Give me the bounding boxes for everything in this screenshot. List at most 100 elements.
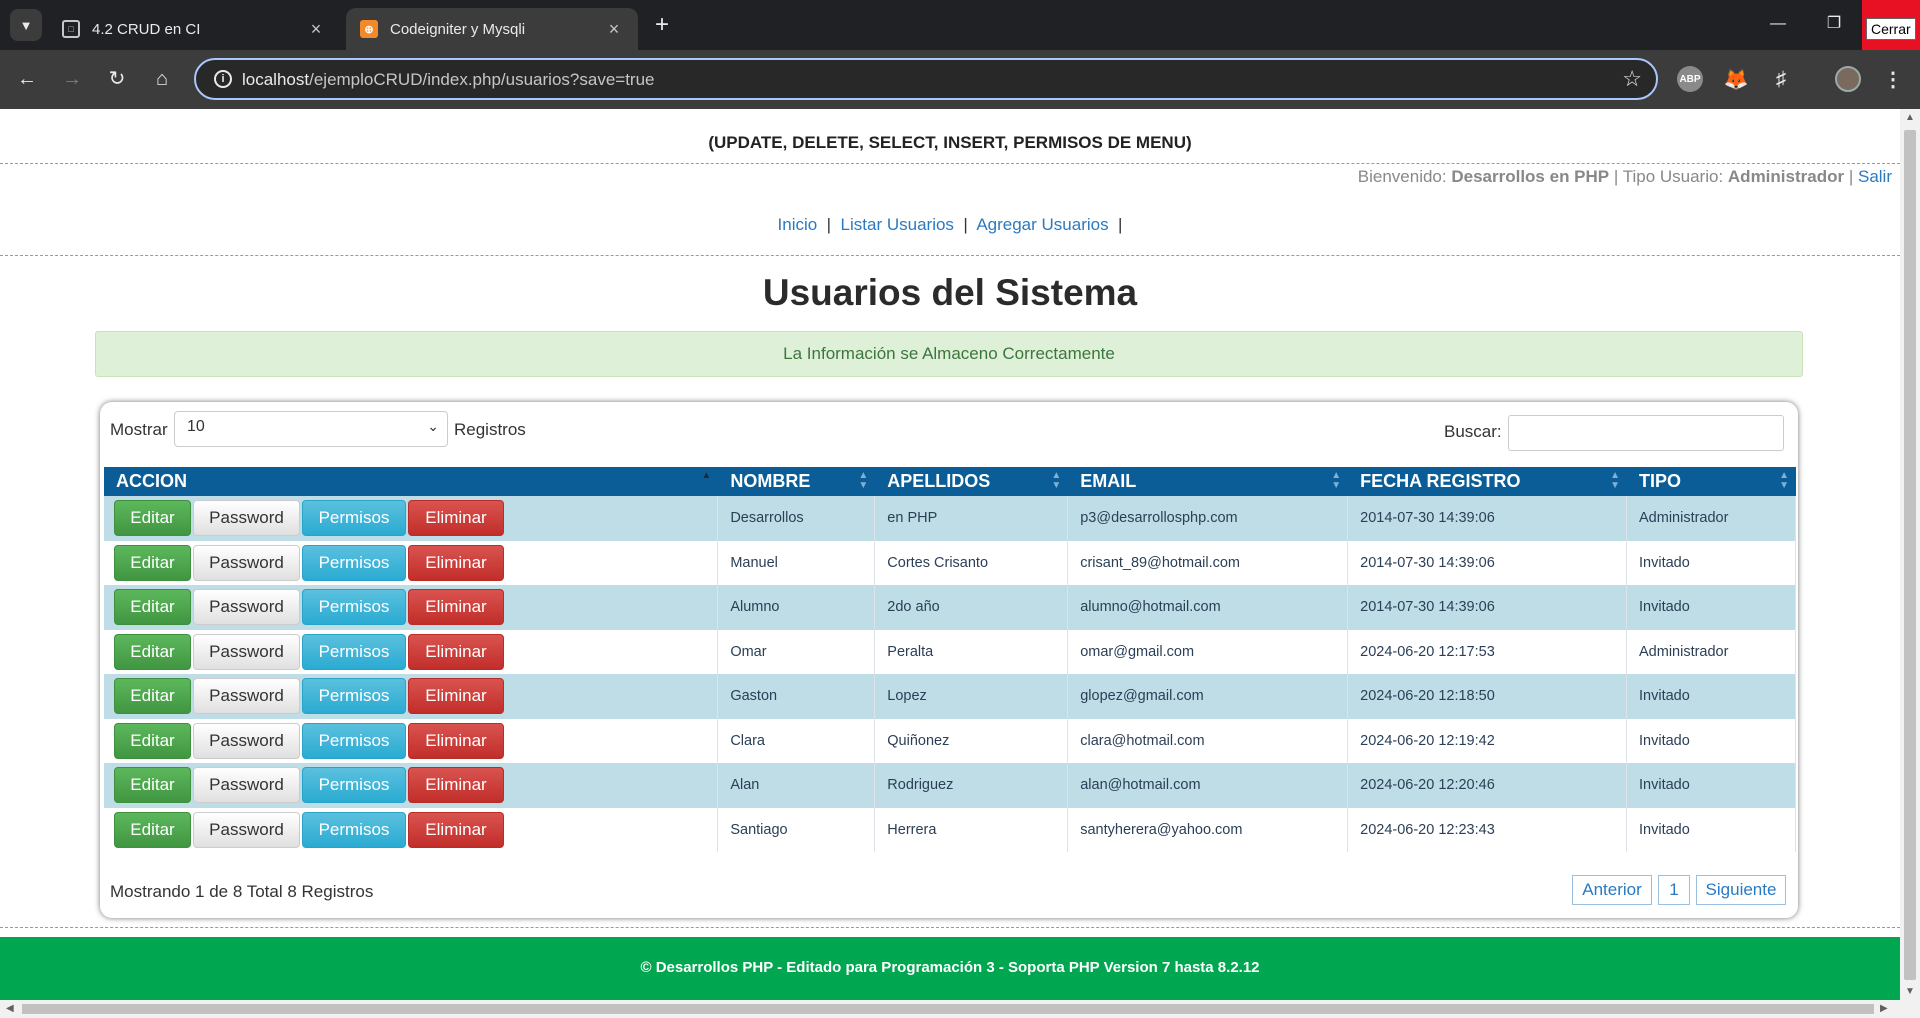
tipo-cell: Invitado xyxy=(1626,807,1796,852)
col-header-nombre[interactable]: NOMBRE ▲ ▼ xyxy=(717,467,876,496)
delete-button[interactable]: Eliminar xyxy=(408,722,504,759)
col-header-fecha[interactable]: FECHA REGISTRO ▲ ▼ xyxy=(1347,467,1627,496)
permisos-button[interactable]: Permisos xyxy=(302,500,406,537)
edit-button[interactable]: Editar xyxy=(114,767,191,804)
delete-button[interactable]: Eliminar xyxy=(408,678,504,715)
permisos-button[interactable]: Permisos xyxy=(302,544,406,581)
bookmark-star-icon[interactable]: ☆ xyxy=(1622,66,1642,92)
apellidos-cell: Quiñonez xyxy=(874,718,1069,763)
page-size-select[interactable]: 10 ⌄ xyxy=(174,411,448,447)
nav-listar-usuarios[interactable]: Listar Usuarios xyxy=(841,215,954,234)
apellidos-cell: 2do año xyxy=(874,585,1069,630)
delete-button[interactable]: Eliminar xyxy=(408,811,504,848)
edit-button[interactable]: Editar xyxy=(114,544,191,581)
col-header-accion[interactable]: ACCION ▲ xyxy=(104,467,719,496)
scroll-down-icon[interactable]: ▼ xyxy=(1905,986,1915,997)
scroll-left-icon[interactable]: ◀ xyxy=(6,1003,14,1014)
actions-cell: Editar Password Permisos Eliminar xyxy=(104,718,719,763)
users-table-panel: Mostrar 10 ⌄ Registros Buscar: ACCION ▲ N… xyxy=(100,402,1798,918)
forward-icon[interactable]: → xyxy=(57,64,87,94)
delete-button[interactable]: Eliminar xyxy=(408,633,504,670)
search-input[interactable] xyxy=(1508,415,1784,451)
fecha-cell: 2014-07-30 14:39:06 xyxy=(1347,540,1627,585)
permisos-button[interactable]: Permisos xyxy=(302,678,406,715)
edit-button[interactable]: Editar xyxy=(114,500,191,537)
password-button[interactable]: Password xyxy=(193,589,300,626)
delete-button[interactable]: Eliminar xyxy=(408,544,504,581)
col-header-apellidos[interactable]: APELLIDOS ▲ ▼ xyxy=(874,467,1069,496)
new-tab-button[interactable]: + xyxy=(648,12,676,40)
actions-cell: Editar Password Permisos Eliminar xyxy=(104,629,719,674)
password-button[interactable]: Password xyxy=(193,544,300,581)
tab-search-button[interactable]: ▼ xyxy=(10,9,42,41)
edit-button[interactable]: Editar xyxy=(114,678,191,715)
separator: | xyxy=(1118,215,1123,234)
horizontal-scroll-thumb[interactable] xyxy=(22,1004,1874,1014)
nombre-cell: Alan xyxy=(717,763,876,808)
permisos-button[interactable]: Permisos xyxy=(302,589,406,626)
delete-button[interactable]: Eliminar xyxy=(408,500,504,537)
browser-tab-codeigniter[interactable]: ⊕ Codeigniter y Mysqli × xyxy=(346,8,638,50)
back-icon[interactable]: ← xyxy=(12,64,42,94)
browser-tab-crud[interactable]: □ 4.2 CRUD en CI × xyxy=(48,8,340,50)
show-label: Mostrar xyxy=(110,420,168,439)
edit-button[interactable]: Editar xyxy=(114,633,191,670)
delete-button[interactable]: Eliminar xyxy=(408,589,504,626)
logout-link[interactable]: Salir xyxy=(1858,167,1892,186)
browser-menu-icon[interactable]: ⋮ xyxy=(1880,66,1906,92)
nav-agregar-usuarios[interactable]: Agregar Usuarios xyxy=(976,215,1108,234)
sort-both-icon: ▲ ▼ xyxy=(1051,470,1062,491)
welcome-label: Bienvenido: xyxy=(1357,167,1447,186)
permisos-button[interactable]: Permisos xyxy=(302,633,406,670)
password-button[interactable]: Password xyxy=(193,633,300,670)
address-bar[interactable]: i localhost/ejemploCRUD/index.php/usuari… xyxy=(194,58,1658,100)
restore-button[interactable]: ❐ xyxy=(1806,0,1862,50)
table-row: Editar Password Permisos Eliminar Gaston Lo… xyxy=(104,674,1796,719)
col-header-email[interactable]: EMAIL ▲ ▼ xyxy=(1067,467,1349,496)
pagination-prev[interactable]: Anterior xyxy=(1572,875,1652,905)
password-button[interactable]: Password xyxy=(193,722,300,759)
edit-button[interactable]: Editar xyxy=(114,722,191,759)
site-info-icon[interactable]: i xyxy=(214,70,232,88)
nombre-cell: Desarrollos xyxy=(717,496,876,541)
tipo-cell: Invitado xyxy=(1626,763,1796,808)
actions-cell: Editar Password Permisos Eliminar xyxy=(104,674,719,719)
password-button[interactable]: Password xyxy=(193,811,300,848)
users-table: ACCION ▲ NOMBRE ▲ ▼ APELLIDOS ▲ ▼ EMAIL ▲ ▼ FEC… xyxy=(104,467,1796,852)
profile-avatar[interactable] xyxy=(1835,66,1861,92)
password-button[interactable]: Password xyxy=(193,767,300,804)
edit-button[interactable]: Editar xyxy=(114,589,191,626)
scroll-up-icon[interactable]: ▲ xyxy=(1905,112,1915,123)
user-type: Administrador xyxy=(1727,167,1845,186)
nombre-cell: Manuel xyxy=(717,540,876,585)
edit-button[interactable]: Editar xyxy=(114,811,191,848)
divider xyxy=(0,163,1900,164)
metamask-extension-icon[interactable]: 🦊 xyxy=(1723,66,1749,92)
nav-inicio[interactable]: Inicio xyxy=(778,215,818,234)
adblock-extension-icon[interactable]: ABP xyxy=(1677,66,1703,92)
password-button[interactable]: Password xyxy=(193,500,300,537)
welcome-bar: Bienvenido: Desarrollos en PHP | Tipo Us… xyxy=(1358,167,1892,187)
nombre-cell: Gaston xyxy=(717,674,876,719)
user-type-label: Tipo Usuario: xyxy=(1622,167,1724,186)
page-size-value: 10 xyxy=(187,418,205,435)
permisos-button[interactable]: Permisos xyxy=(302,767,406,804)
fecha-cell: 2024-06-20 12:19:42 xyxy=(1347,718,1627,763)
delete-button[interactable]: Eliminar xyxy=(408,767,504,804)
permisos-button[interactable]: Permisos xyxy=(302,722,406,759)
table-header-row: ACCION ▲ NOMBRE ▲ ▼ APELLIDOS ▲ ▼ EMAIL ▲ ▼ FEC… xyxy=(104,467,1796,496)
pagination-page-1[interactable]: 1 xyxy=(1658,875,1690,905)
col-header-tipo[interactable]: TIPO ▲ ▼ xyxy=(1626,467,1796,496)
close-tab-icon[interactable]: × xyxy=(604,19,624,40)
pagination-next[interactable]: Siguiente xyxy=(1696,875,1786,905)
permisos-button[interactable]: Permisos xyxy=(302,811,406,848)
extensions-puzzle-icon[interactable]: ♯ xyxy=(1768,66,1794,92)
reload-icon[interactable]: ↻ xyxy=(102,64,132,94)
password-button[interactable]: Password xyxy=(193,678,300,715)
minimize-button[interactable]: — xyxy=(1750,0,1806,50)
home-icon[interactable]: ⌂ xyxy=(147,64,177,94)
close-tab-icon[interactable]: × xyxy=(306,19,326,40)
vertical-scroll-thumb[interactable] xyxy=(1904,130,1916,980)
email-cell: p3@desarrollosphp.com xyxy=(1067,496,1349,541)
scroll-right-icon[interactable]: ▶ xyxy=(1880,1003,1888,1014)
